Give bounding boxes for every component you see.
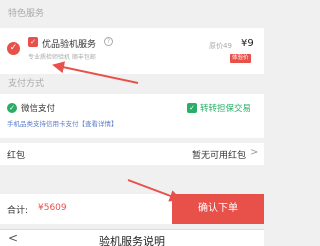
total-amount: ¥5609 — [38, 203, 67, 213]
wechat-icon: ✓ — [7, 103, 17, 113]
payment-method-label: 微信支付 — [21, 104, 56, 114]
red-packet-value: 暂无可用红包 — [192, 151, 247, 161]
payment-card[interactable]: ✓ 微信支付 ✓ 转转担保交易 手机品类支持信用卡支付【查看详情】 — [0, 94, 264, 138]
modal-title-bar: < 验机服务说明 — [0, 229, 264, 246]
service-title: 优品验机服务 — [42, 40, 97, 50]
red-packet-label: 红包 — [7, 151, 26, 161]
check-icon[interactable]: ✓ — [7, 42, 20, 55]
total-label: 合计: — [7, 206, 29, 216]
order-footer: 合计: ¥5609 确认下单 — [0, 194, 264, 224]
service-card[interactable]: ✓ ✓ 优品验机服务 ? 专业质检师验机 顺丰包邮 原价49 ¥9 体验价 — [0, 28, 264, 74]
chevron-right-icon: > — [250, 147, 259, 158]
modal-title: 验机服务说明 — [99, 235, 165, 246]
red-packet-row[interactable]: 红包 暂无可用红包 > — [0, 143, 264, 165]
inspection-icon: ✓ — [28, 37, 38, 47]
credit-card-note-link[interactable]: 手机品类支持信用卡支付【查看详情】 — [7, 118, 118, 128]
help-icon[interactable]: ? — [104, 37, 113, 46]
confirm-order-button[interactable]: 确认下单 — [172, 194, 264, 224]
shield-icon: ✓ — [187, 103, 197, 113]
payment-section-header: 支付方式 — [0, 74, 264, 94]
service-section-header: 特色服务 — [0, 0, 264, 28]
service-price: ¥9 — [241, 38, 254, 49]
trial-price-badge: 体验价 — [230, 54, 251, 63]
service-subtitle: 专业质检师验机 顺丰包邮 — [28, 54, 96, 61]
guarantee-label: 转转担保交易 — [200, 104, 252, 114]
service-original-price: 原价49 — [209, 42, 232, 50]
